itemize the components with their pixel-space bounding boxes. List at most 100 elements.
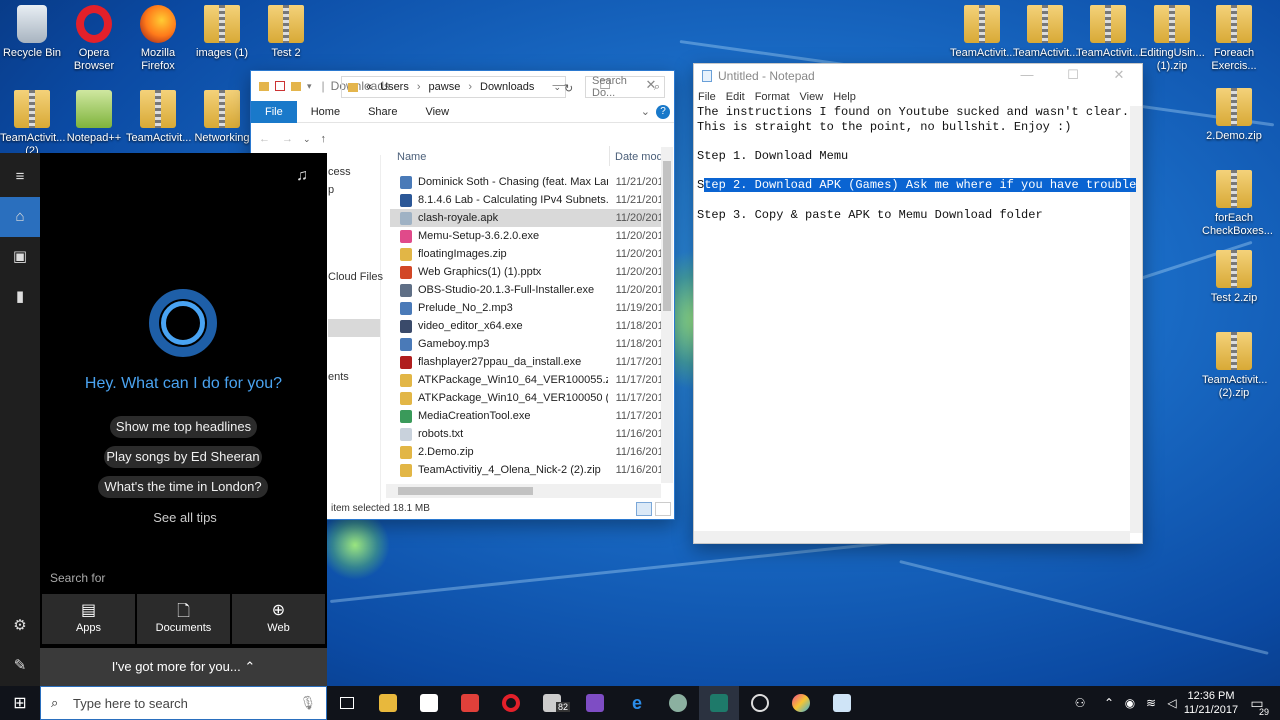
home-icon[interactable]: ⌂ [0,197,40,237]
search-documents-tile[interactable]: 🗋 Documents [137,594,230,644]
people-icon[interactable]: ⚇ [1068,686,1092,720]
volume-icon[interactable]: ◁ [1162,686,1182,720]
vertical-scrollbar[interactable] [661,147,673,483]
text-line[interactable]: This is straight to the point, no bullsh… [697,120,1071,135]
tab-view[interactable]: View [411,101,463,123]
taskbar-gift[interactable] [450,686,490,720]
taskbar-app[interactable] [658,686,698,720]
menu-file[interactable]: File [698,91,716,103]
feedback-icon[interactable]: ✎ [0,646,40,686]
maximize-button[interactable]: ☐ [1050,64,1096,88]
back-icon[interactable]: ← [259,133,270,145]
desktop-icon[interactable]: Notepad++ [62,90,126,145]
desktop-icon[interactable]: Foreach Exercis... [1202,5,1266,73]
hamburger-menu-icon[interactable]: ≡ [0,157,40,197]
start-button[interactable]: ⊞ [0,686,40,720]
desktop-icon[interactable]: Recycle Bin [0,5,64,60]
file-row[interactable]: TeamActivitiy_4_Olena_Nick-2 (2).zip 11/1… [390,461,662,479]
desktop-icon[interactable]: Networking [190,90,254,145]
action-center-button[interactable]: ▭ 29 [1242,686,1272,720]
menu-edit[interactable]: Edit [726,91,745,103]
search-apps-tile[interactable]: ▤ Apps [42,594,135,644]
file-row[interactable]: Memu-Setup-3.6.2.0.exe 11/20/201 [390,227,662,245]
desktop-icon[interactable]: TeamActivit... [126,90,191,145]
refresh-icon[interactable]: ↻ [564,82,573,95]
menu-format[interactable]: Format [755,91,790,103]
nav-item[interactable]: ents [328,371,349,383]
tab-file[interactable]: File [251,100,297,123]
taskbar-obs[interactable] [740,686,780,720]
tab-home[interactable]: Home [297,101,354,123]
file-row[interactable]: Web Graphics(1) (1).pptx 11/20/201 [390,263,662,281]
notepad-titlebar[interactable]: Untitled - Notepad — ☐ ✕ [694,64,1142,88]
file-row[interactable]: floatingImages.zip 11/20/201 [390,245,662,263]
notebook-icon[interactable]: ▣ [0,237,40,277]
breadcrumb-users[interactable]: Users [380,81,409,93]
file-row[interactable]: clash-royale.apk 11/20/201 [390,209,662,227]
location-icon[interactable]: ◉ [1120,686,1140,720]
search-box[interactable]: Search Do... ⌕ [585,75,665,99]
file-row[interactable]: Dominick Soth - Chasing (feat. Max Land.… [390,173,662,191]
device-icon[interactable]: ▮ [0,277,40,317]
breadcrumb-pawse[interactable]: pawse [429,81,461,93]
text-line[interactable]: The instructions I found on Youtube suck… [697,105,1129,120]
taskbar-edge[interactable]: e [617,686,657,720]
taskbar-notepad[interactable] [822,686,862,720]
help-icon[interactable]: ? [656,104,670,119]
details-view-icon[interactable] [636,502,652,516]
nav-item-cloud-files[interactable]: Cloud Files [328,271,383,283]
desktop-icon[interactable]: forEach CheckBoxes... [1202,170,1273,238]
text-line[interactable]: Step 3. Copy & paste APK to Memu Downloa… [697,208,1043,223]
search-web-tile[interactable]: ⊕ Web [232,594,325,644]
file-row[interactable]: Gameboy.mp3 11/18/201 [390,335,662,353]
task-view-button[interactable] [327,686,367,720]
horizontal-scrollbar[interactable] [386,484,661,498]
taskbar-opera[interactable] [491,686,531,720]
new-folder-icon[interactable] [291,81,301,91]
tip-time[interactable]: What's the time in London? [98,476,268,498]
tip-songs[interactable]: Play songs by Ed Sheeran [104,446,262,468]
microphone-icon[interactable]: 🎙 [299,695,316,711]
breadcrumb-downloads[interactable]: Downloads [480,81,534,93]
text-line[interactable]: Step 1. Download Memu [697,149,848,164]
close-button[interactable]: ✕ [1096,64,1142,88]
desktop-icon[interactable]: EditingUsin... (1).zip [1140,5,1205,73]
taskbar-memu[interactable] [781,686,821,720]
desktop-icon[interactable]: TeamActivit... (2) [0,90,65,158]
desktop-icon[interactable]: TeamActivit... [1076,5,1141,60]
properties-icon[interactable] [275,81,285,91]
desktop-icon[interactable]: Mozilla Firefox [126,5,190,73]
menu-view[interactable]: View [800,91,824,103]
column-header-name[interactable]: Name [397,151,426,163]
file-row[interactable]: Prelude_No_2.mp3 11/19/201 [390,299,662,317]
forward-icon[interactable]: → [282,133,293,145]
tip-headlines[interactable]: Show me top headlines [110,416,257,438]
scrollbar-thumb[interactable] [663,161,671,311]
nav-item[interactable]: cess [328,166,351,178]
nav-item[interactable]: p [328,184,334,196]
taskbar-store[interactable] [409,686,449,720]
up-icon[interactable]: ↑ [321,133,327,145]
file-row[interactable]: ATKPackage_Win10_64_VER100050 (1).zip 11/… [390,389,662,407]
see-all-tips-link[interactable]: See all tips [40,510,330,525]
file-row[interactable]: MediaCreationTool.exe 11/17/201 [390,407,662,425]
clock[interactable]: 12:36 PM 11/21/2017 [1182,686,1240,720]
desktop-icon[interactable]: TeamActivit... [1013,5,1078,60]
file-row[interactable]: video_editor_x64.exe 11/18/201 [390,317,662,335]
text-line-selected[interactable]: Step 2. Download APK (Games) Ask me wher… [697,178,1137,193]
menu-help[interactable]: Help [833,91,856,103]
desktop-icon[interactable]: images (1) [190,5,254,60]
desktop-icon[interactable]: Test 2.zip [1202,250,1266,305]
column-header-date[interactable]: Date mod [615,151,663,163]
music-recognition-icon[interactable]: ♫ [296,167,308,185]
file-row[interactable]: robots.txt 11/16/201 [390,425,662,443]
horizontal-scrollbar[interactable] [694,531,1130,543]
desktop-icon[interactable]: TeamActivit... (2).zip [1202,332,1267,400]
taskbar-search-input[interactable]: Type here to search [73,696,188,711]
vertical-scrollbar[interactable] [1130,106,1142,533]
file-row[interactable]: 8.1.4.6 Lab - Calculating IPv4 Subnets.d… [390,191,662,209]
desktop-icon[interactable]: TeamActivit... [950,5,1015,60]
scrollbar-thumb[interactable] [398,487,533,495]
desktop-icon[interactable]: Test 2 [254,5,318,60]
wifi-icon[interactable]: ≋ [1140,686,1162,720]
